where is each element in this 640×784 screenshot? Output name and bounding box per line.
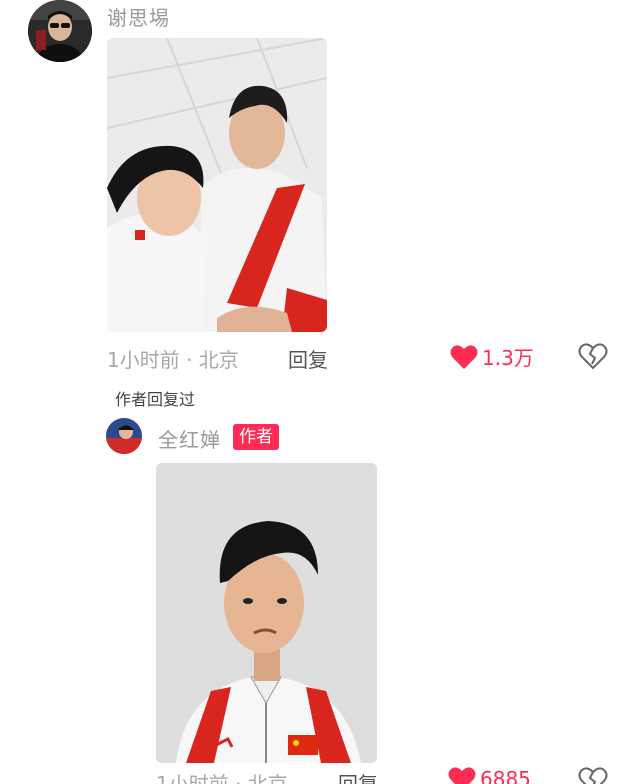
author-replied-note[interactable]: 作者回复过 [115, 386, 195, 410]
broken-heart-icon [578, 767, 608, 784]
reply-reply-button[interactable]: 回复 [338, 768, 378, 784]
comment-meta: 1小时前 · 北京 [107, 348, 239, 372]
broken-heart-icon [578, 343, 608, 370]
reply-meta: 1小时前 · 北京 [156, 772, 288, 784]
like-count: 1.3万 [482, 346, 534, 370]
reply-like-button[interactable]: 6885 [448, 766, 531, 784]
heart-icon [448, 767, 476, 784]
comment-photo[interactable] [107, 38, 327, 332]
avatar[interactable] [28, 0, 92, 62]
reply-username[interactable]: 全红婵 [158, 424, 221, 453]
reply-button[interactable]: 回复 [288, 344, 328, 373]
reply-like-count: 6885 [480, 767, 531, 784]
reply-avatar[interactable] [106, 418, 142, 454]
reply-photo[interactable] [156, 463, 377, 763]
heart-icon [450, 344, 478, 369]
reply-dislike-button[interactable] [578, 766, 608, 784]
comment-username[interactable]: 谢思埸 [107, 2, 170, 31]
dislike-button[interactable] [578, 342, 608, 372]
like-button[interactable]: 1.3万 [450, 342, 534, 371]
author-badge: 作者 [233, 424, 279, 450]
